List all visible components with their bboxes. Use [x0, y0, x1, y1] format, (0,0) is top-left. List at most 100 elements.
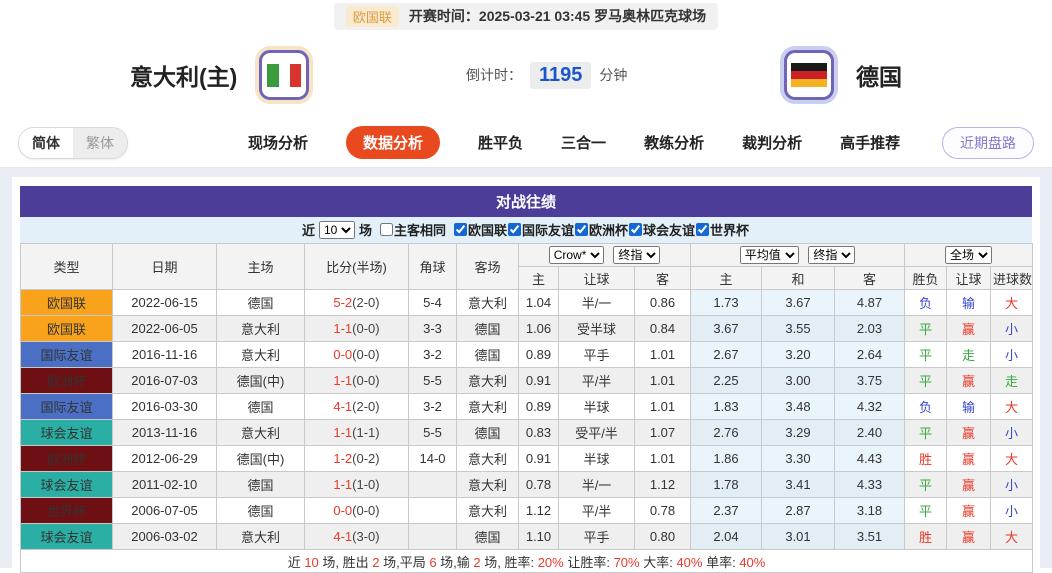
- competition-checkbox[interactable]: [575, 223, 588, 236]
- odds-stage-select-1[interactable]: 终指: [613, 246, 660, 264]
- fulltime-score: 1-1: [333, 321, 352, 336]
- same-venue-checkbox[interactable]: [380, 223, 393, 236]
- table-row: 欧洲杯 2012-06-29 德国(中) 1-2(0-2) 14-0 意大利 0…: [21, 446, 1033, 472]
- nav-tab-5[interactable]: 裁判分析: [742, 132, 802, 153]
- language-toggle: 简体 繁体: [18, 127, 128, 159]
- odds-away-cell: 0.78: [635, 498, 691, 524]
- table-row: 欧国联 2022-06-15 德国 5-2(2-0) 5-4 意大利 1.04 …: [21, 290, 1033, 316]
- lang-traditional-button[interactable]: 繁体: [73, 128, 127, 158]
- halftime-score: (0-2): [352, 451, 379, 466]
- table-row: 国际友谊 2016-11-16 意大利 0-0(0-0) 3-2 德国 0.89…: [21, 342, 1033, 368]
- odds-away-cell: 1.01: [635, 368, 691, 394]
- nav-tab-4[interactable]: 教练分析: [644, 132, 704, 153]
- competition-filter[interactable]: 世界杯: [696, 220, 749, 239]
- competition-type-cell: 世界杯: [21, 498, 113, 524]
- fulltime-score: 4-1: [333, 399, 352, 414]
- scope-select[interactable]: 全场: [945, 246, 992, 264]
- h2h-card: 对战往绩 近 10 场 主客相同 欧国联 国际友谊 欧洲杯 球会友谊 世界杯: [12, 177, 1040, 568]
- competition-filter[interactable]: 欧洲杯: [575, 220, 628, 239]
- competition-filter[interactable]: 球会友谊: [629, 220, 695, 239]
- avg-draw-cell: 3.67: [762, 290, 835, 316]
- avg-home-cell: 2.37: [691, 498, 762, 524]
- table-row: 国际友谊 2016-03-30 德国 4-1(2-0) 3-2 意大利 0.89…: [21, 394, 1033, 420]
- result-wdl-cell: 胜: [905, 524, 947, 550]
- avg-home-cell: 1.86: [691, 446, 762, 472]
- nav-tab-0[interactable]: 现场分析: [248, 132, 308, 153]
- home-team-cell: 意大利: [217, 420, 305, 446]
- avg-home-cell: 1.73: [691, 290, 762, 316]
- main-section: 对战往绩 近 10 场 主客相同 欧国联 国际友谊 欧洲杯 球会友谊 世界杯: [0, 168, 1052, 568]
- away-team-cell: 德国: [457, 420, 519, 446]
- summary-segment: 70%: [614, 555, 640, 570]
- competition-checkbox[interactable]: [629, 223, 642, 236]
- competition-checkbox[interactable]: [508, 223, 521, 236]
- avg-draw-cell: 2.87: [762, 498, 835, 524]
- countdown-value: 1195: [530, 62, 591, 89]
- away-team-cell: 意大利: [457, 472, 519, 498]
- odds-home-cell: 0.78: [519, 472, 559, 498]
- avg-home-cell: 3.67: [691, 316, 762, 342]
- avg-draw-cell: 3.29: [762, 420, 835, 446]
- h2h-section-title: 对战往绩: [20, 186, 1032, 217]
- col-home: 主场: [217, 244, 305, 290]
- italy-flag-frame: [259, 50, 309, 100]
- score-cell: 1-1(1-0): [305, 472, 409, 498]
- home-team-cell: 德国: [217, 394, 305, 420]
- odds-home-cell: 0.83: [519, 420, 559, 446]
- home-team-cell: 德国(中): [217, 368, 305, 394]
- competition-filter[interactable]: 国际友谊: [508, 220, 574, 239]
- competition-checkbox[interactable]: [454, 223, 467, 236]
- avg-draw-cell: 3.48: [762, 394, 835, 420]
- halftime-score: (3-0): [352, 529, 379, 544]
- kickoff-time-text: 开赛时间：2025-03-21 03:45 罗马奥林匹克球场: [409, 6, 706, 26]
- odds-away-cell: 0.86: [635, 290, 691, 316]
- bookmaker-select[interactable]: Crow*: [549, 246, 604, 264]
- competition-label: 球会友谊: [643, 220, 695, 239]
- avg-away-cell: 2.40: [835, 420, 905, 446]
- summary-segment: 单率:: [702, 555, 739, 570]
- recent-trends-button[interactable]: 近期盘路: [942, 127, 1034, 159]
- fulltime-score: 1-1: [333, 373, 352, 388]
- odds-handicap-cell: 受平/半: [559, 420, 635, 446]
- halftime-score: (0-0): [352, 321, 379, 336]
- nav-tab-2[interactable]: 胜平负: [478, 132, 523, 153]
- result-handicap-cell: 赢: [947, 498, 991, 524]
- competition-type-cell: 欧国联: [21, 316, 113, 342]
- match-count-select[interactable]: 10: [319, 221, 355, 239]
- competition-checkbox[interactable]: [696, 223, 709, 236]
- avg-home-cell: 2.67: [691, 342, 762, 368]
- average-select[interactable]: 平均值: [740, 246, 799, 264]
- summary-segment: 场, 胜率:: [481, 555, 538, 570]
- result-goals-cell: 大: [991, 524, 1033, 550]
- avg-home-cell: 2.04: [691, 524, 762, 550]
- away-team-cell: 意大利: [457, 368, 519, 394]
- nav-tab-1[interactable]: 数据分析: [346, 126, 440, 159]
- score-cell: 1-1(1-1): [305, 420, 409, 446]
- nav-tab-3[interactable]: 三合一: [561, 132, 606, 153]
- nav-tab-6[interactable]: 高手推荐: [840, 132, 900, 153]
- odds-group-header: Crow* 终指: [519, 244, 691, 267]
- countdown-unit: 分钟: [599, 65, 627, 85]
- odds-stage-select-2[interactable]: 终指: [808, 246, 855, 264]
- avg-draw-cell: 3.41: [762, 472, 835, 498]
- odds-away-cell: 0.84: [635, 316, 691, 342]
- lang-simplified-button[interactable]: 简体: [19, 128, 73, 158]
- same-venue-label: 主客相同: [394, 220, 446, 239]
- avg-home-cell: 2.25: [691, 368, 762, 394]
- score-cell: 1-2(0-2): [305, 446, 409, 472]
- col-odds-handicap: 让球: [559, 267, 635, 290]
- corner-cell: [409, 472, 457, 498]
- odds-handicap-cell: 平/半: [559, 368, 635, 394]
- h2h-table: 类型 日期 主场 比分(半场) 角球 客场 Crow* 终指 平均值 终指: [20, 243, 1033, 573]
- result-wdl-cell: 平: [905, 368, 947, 394]
- home-team-cell: 德国(中): [217, 446, 305, 472]
- away-team-cell: 意大利: [457, 290, 519, 316]
- near-label: 近: [302, 220, 315, 239]
- competition-filter[interactable]: 欧国联: [454, 220, 507, 239]
- result-goals-cell: 小: [991, 498, 1033, 524]
- competition-label: 欧国联: [468, 220, 507, 239]
- home-team-cell: 德国: [217, 290, 305, 316]
- same-venue-filter[interactable]: 主客相同: [380, 220, 446, 239]
- result-handicap-cell: 赢: [947, 368, 991, 394]
- competition-type-cell: 欧洲杯: [21, 368, 113, 394]
